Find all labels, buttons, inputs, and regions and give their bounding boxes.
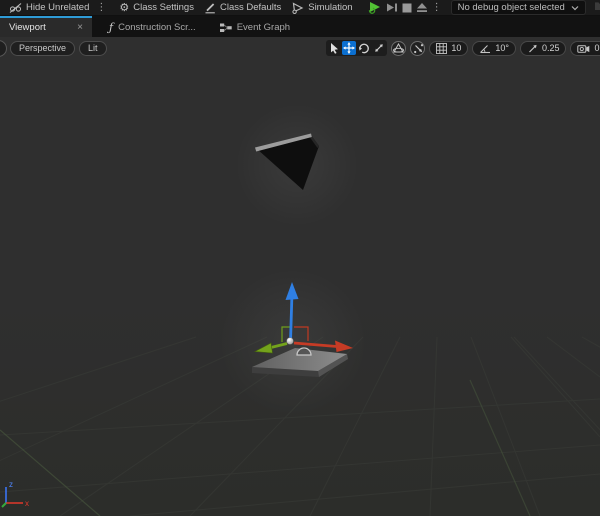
- viewport-toolbar: 10 10° 0.25: [326, 40, 600, 56]
- close-tab-icon[interactable]: ×: [71, 22, 83, 33]
- stop-icon: [402, 3, 412, 13]
- lit-label: Lit: [88, 43, 98, 53]
- rotation-snap-control[interactable]: 10°: [472, 41, 516, 56]
- perspective-button[interactable]: Perspective: [10, 41, 75, 56]
- grid-snap-value: 10: [451, 43, 461, 53]
- rotate-icon: [358, 42, 370, 54]
- simulation-label: Simulation: [308, 2, 352, 13]
- eject-icon: [416, 2, 428, 13]
- class-defaults-button[interactable]: Class Defaults: [199, 0, 286, 16]
- hide-unrelated-options-icon[interactable]: ⋮: [94, 2, 106, 13]
- class-settings-button[interactable]: ⚙ Class Settings: [114, 0, 199, 16]
- scale-icon: [373, 42, 385, 54]
- browse-debug-object-icon[interactable]: [594, 0, 600, 15]
- hide-unrelated-button[interactable]: Hide Unrelated: [4, 0, 94, 16]
- tab-construction-script-label: Construction Scr...: [118, 22, 196, 33]
- lit-mode-button[interactable]: Lit: [79, 41, 107, 56]
- camera-speed-value: 0.1: [594, 43, 600, 53]
- surface-snapping-button[interactable]: [410, 41, 425, 56]
- document-tab-bar: Viewport × ƒ Construction Scr... Event G…: [0, 16, 600, 37]
- function-icon: ƒ: [109, 23, 113, 32]
- class-settings-label: Class Settings: [133, 2, 194, 13]
- surface-snap-icon: [412, 42, 424, 54]
- cursor-icon: [329, 42, 340, 54]
- grid-snap-control[interactable]: 10: [429, 41, 468, 56]
- axis-indicator: z x: [0, 474, 42, 514]
- coordinate-space-button[interactable]: [391, 41, 406, 56]
- play-button[interactable]: [368, 1, 382, 14]
- graph-icon: [220, 23, 232, 33]
- tab-event-graph[interactable]: Event Graph: [211, 16, 299, 37]
- move-tool-button[interactable]: [342, 41, 356, 55]
- tab-viewport[interactable]: Viewport ×: [0, 16, 92, 37]
- camera-icon: [577, 43, 590, 54]
- move-icon: [343, 42, 355, 54]
- scene-canvas[interactable]: [0, 37, 600, 516]
- perspective-label: Perspective: [19, 43, 66, 53]
- gear-icon: ⚙: [119, 3, 129, 13]
- hide-unrelated-icon: [9, 2, 22, 14]
- chevron-down-icon: [571, 5, 579, 11]
- transform-tool-group: [326, 40, 387, 56]
- viewport-3d[interactable]: Perspective Lit: [0, 37, 600, 516]
- scale-tool-button[interactable]: [372, 41, 386, 55]
- simulation-button[interactable]: Simulation: [286, 0, 357, 16]
- simulation-icon: [291, 2, 304, 14]
- debug-object-dropdown[interactable]: No debug object selected: [451, 0, 586, 15]
- rotation-snap-value: 10°: [495, 43, 509, 53]
- debug-object-value: No debug object selected: [458, 2, 565, 13]
- main-toolbar: Hide Unrelated ⋮ ⚙ Class Settings Class …: [0, 0, 600, 16]
- gizmo-center-sphere[interactable]: [287, 338, 294, 345]
- tab-viewport-label: Viewport: [9, 22, 46, 33]
- world-space-icon: [392, 42, 405, 54]
- stop-button[interactable]: [402, 1, 412, 14]
- hide-unrelated-label: Hide Unrelated: [26, 2, 89, 13]
- axis-x-label: x: [25, 499, 29, 508]
- wrench-icon: [204, 2, 216, 14]
- rotate-tool-button[interactable]: [357, 41, 371, 55]
- grid-snap-icon: [436, 43, 447, 54]
- frame-skip-button[interactable]: [386, 1, 398, 14]
- angle-snap-icon: [479, 43, 491, 54]
- tab-event-graph-label: Event Graph: [237, 22, 290, 33]
- play-icon: [368, 1, 382, 14]
- axis-z-label: z: [9, 480, 13, 489]
- play-options-icon[interactable]: ⋮: [430, 2, 442, 13]
- class-defaults-label: Class Defaults: [220, 2, 281, 13]
- frame-skip-icon: [386, 2, 398, 13]
- scale-snap-control[interactable]: 0.25: [520, 41, 567, 56]
- blueprint-editor-window: Hide Unrelated ⋮ ⚙ Class Settings Class …: [0, 0, 600, 516]
- scale-snap-icon: [527, 43, 538, 54]
- tab-construction-script[interactable]: ƒ Construction Scr...: [100, 16, 205, 37]
- eject-button[interactable]: [416, 1, 428, 14]
- select-tool-button[interactable]: [327, 41, 341, 55]
- scale-snap-value: 0.25: [542, 43, 560, 53]
- camera-speed-control[interactable]: 0.1: [570, 41, 600, 56]
